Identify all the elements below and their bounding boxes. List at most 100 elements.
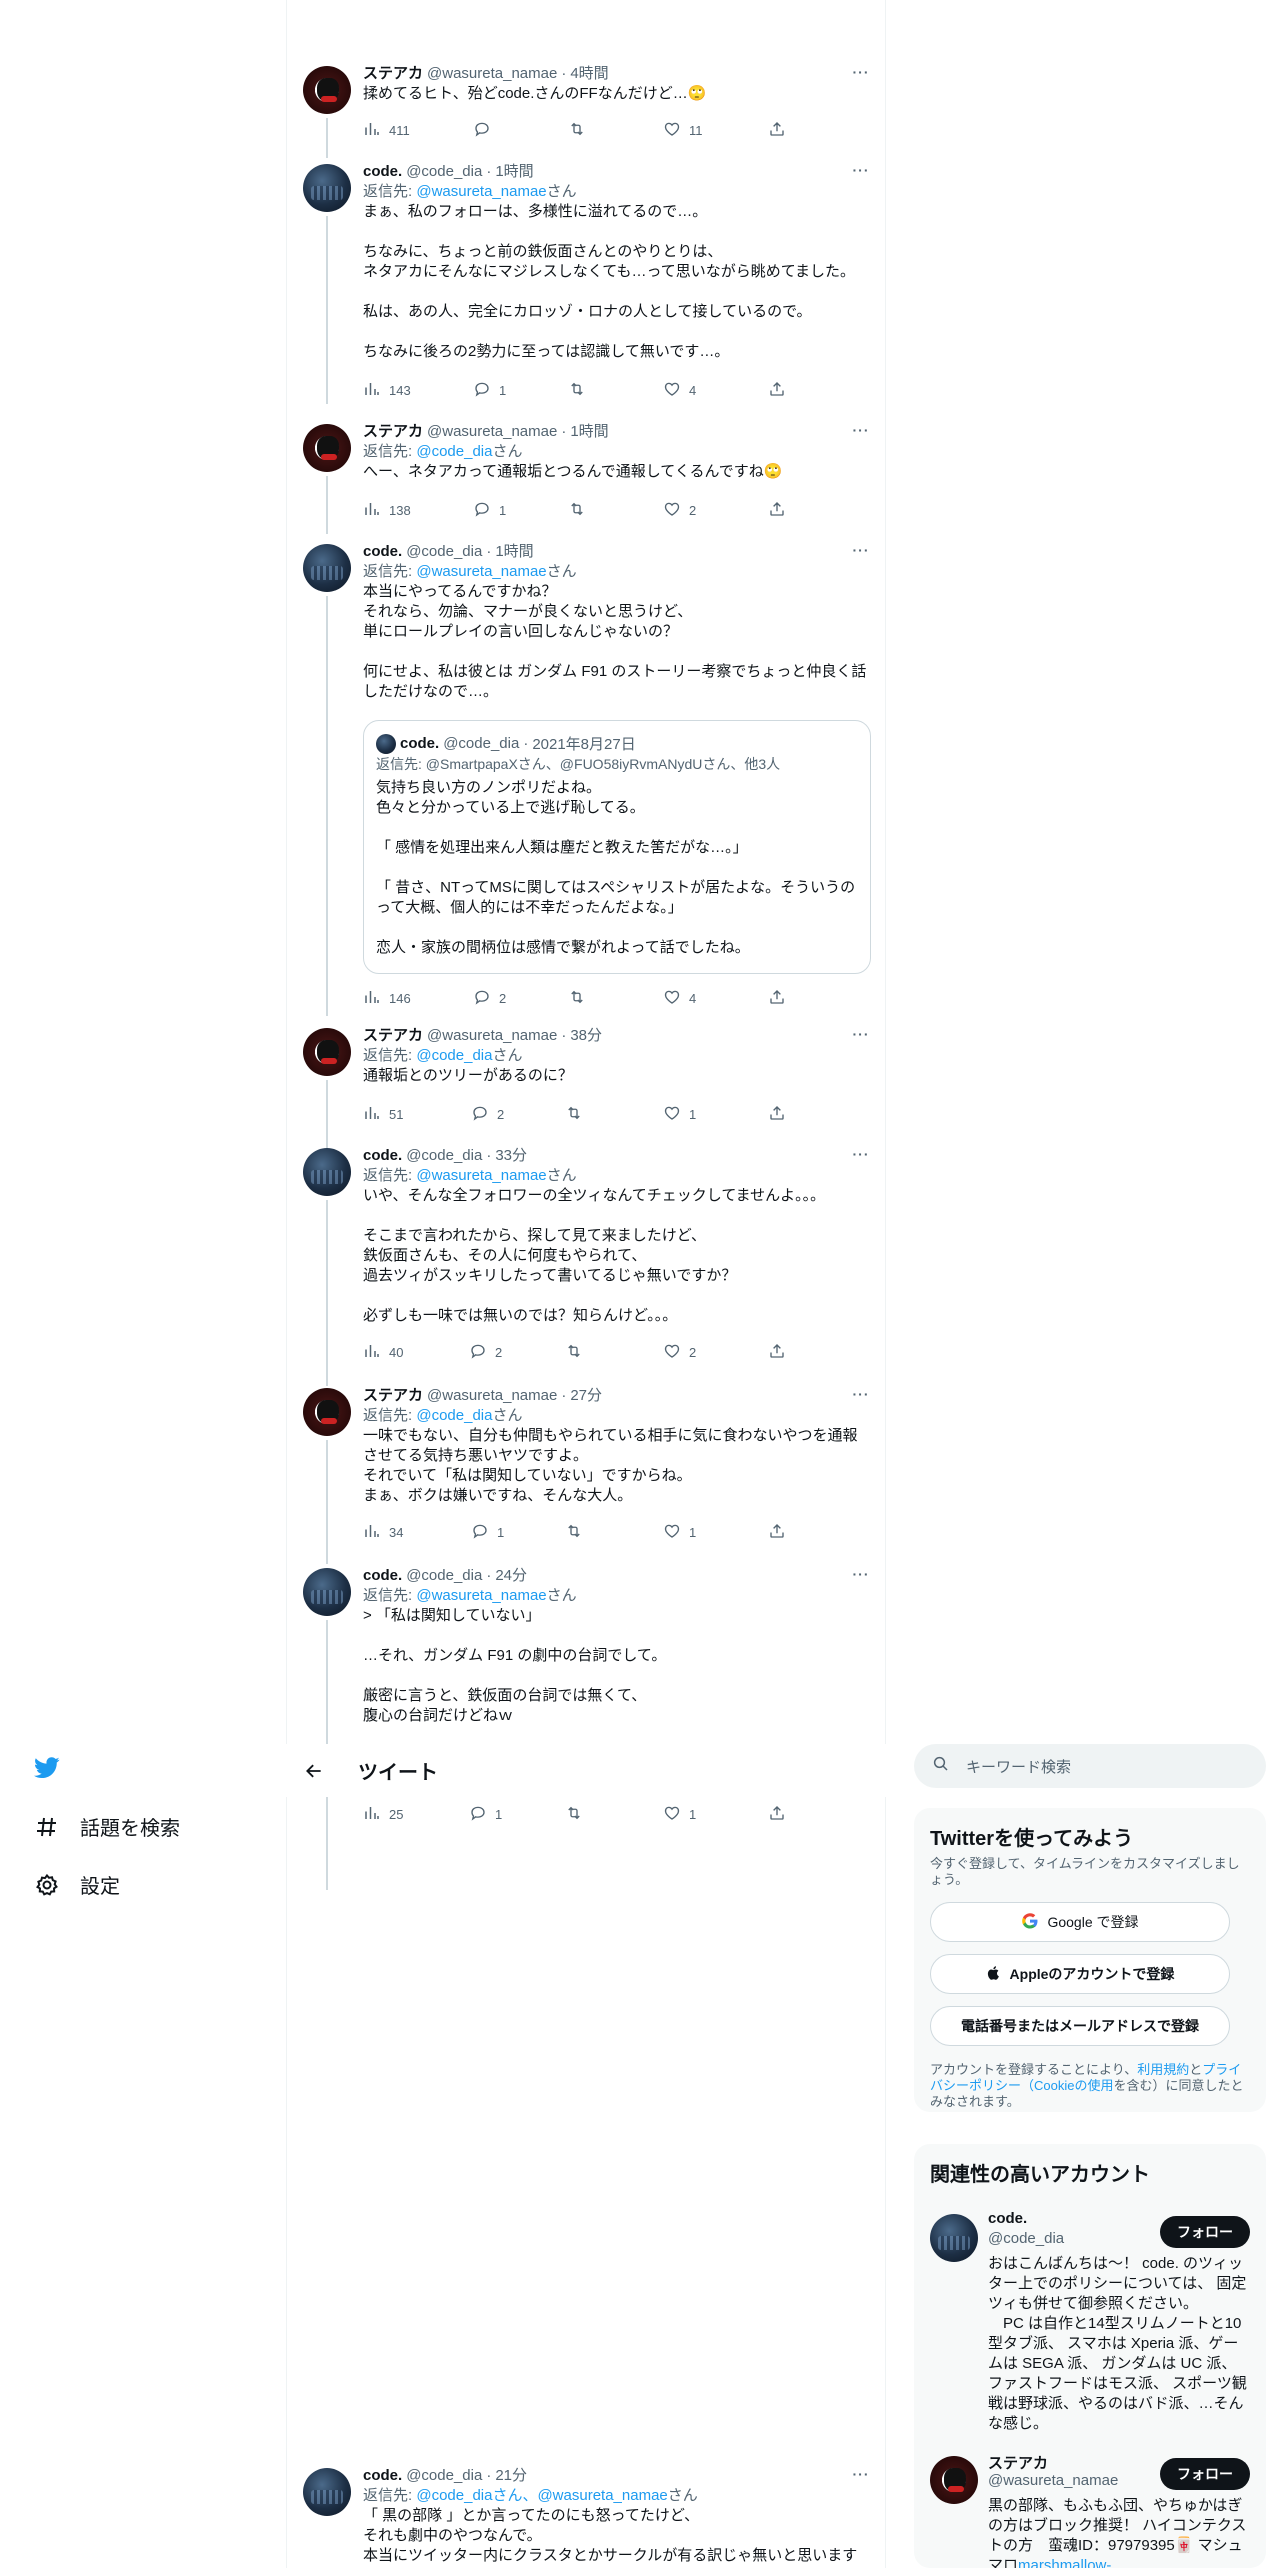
tweet[interactable]: ステアカ @wasureta_namae · 38分 ··· 返信先: @cod…: [287, 1022, 887, 1148]
author-handle[interactable]: @wasureta_namae: [427, 64, 557, 84]
nav-settings[interactable]: 設定: [34, 1870, 120, 1899]
reply-to-link[interactable]: @code_dia: [416, 1407, 492, 1424]
tweet[interactable]: code. @code_dia · 33分 ··· 返信先: @wasureta…: [287, 1142, 887, 1386]
like-button[interactable]: 1: [663, 1804, 696, 1825]
more-options-icon[interactable]: ···: [851, 1566, 871, 1586]
reply-to-link[interactable]: @wasureta_namae: [416, 563, 546, 580]
avatar[interactable]: [303, 424, 351, 472]
more-options-icon[interactable]: ···: [851, 162, 871, 182]
reply-button[interactable]: 1: [473, 500, 506, 521]
phone-email-signup-button[interactable]: 電話番号またはメールアドレスで登録: [930, 2006, 1230, 2046]
reply-to-link[interactable]: @wasureta_namae: [416, 1167, 546, 1184]
account-handle[interactable]: @code_dia: [988, 2230, 1064, 2247]
retweet-button[interactable]: [565, 1522, 591, 1543]
share-button[interactable]: [768, 500, 786, 521]
share-button[interactable]: [768, 1522, 786, 1543]
like-button[interactable]: 4: [663, 988, 696, 1009]
account-item[interactable]: code. @code_dia フォロー おはこんばんちは～！ code. のツ…: [914, 2202, 1266, 2442]
reply-button[interactable]: 1: [469, 1804, 502, 1825]
reply-button[interactable]: 1: [473, 380, 506, 401]
author-handle[interactable]: @code_dia: [406, 1566, 482, 1586]
reply-button[interactable]: 2: [473, 988, 506, 1009]
tweet[interactable]: ステアカ @wasureta_namae · 1時間 ··· 返信先: @cod…: [287, 418, 887, 534]
avatar[interactable]: [303, 66, 351, 114]
share-button[interactable]: [768, 1104, 786, 1125]
avatar[interactable]: [303, 1388, 351, 1436]
author-handle[interactable]: @code_dia: [406, 162, 482, 182]
author-name[interactable]: ステアカ: [363, 64, 423, 84]
views-button[interactable]: 411: [363, 120, 410, 141]
google-signup-button[interactable]: Google で登録: [930, 1902, 1230, 1942]
tweet[interactable]: code. @code_dia · 1時間 ··· 返信先: @wasureta…: [287, 538, 887, 1016]
retweet-button[interactable]: [568, 500, 594, 521]
reply-to-link[interactable]: @code_dia: [416, 1047, 492, 1064]
views-button[interactable]: 138: [363, 500, 411, 521]
share-button[interactable]: [768, 1342, 786, 1363]
author-name[interactable]: ステアカ: [363, 1026, 423, 1046]
timestamp[interactable]: 38分: [570, 1026, 602, 1046]
more-options-icon[interactable]: ···: [851, 1146, 871, 1166]
like-button[interactable]: 2: [663, 1342, 696, 1363]
account-name[interactable]: code.: [988, 2210, 1027, 2227]
reply-button[interactable]: 2: [469, 1342, 502, 1363]
reply-button[interactable]: [473, 120, 499, 141]
avatar[interactable]: [303, 1028, 351, 1076]
author-handle[interactable]: @wasureta_namae: [427, 1386, 557, 1406]
apple-signup-button[interactable]: Appleのアカウントで登録: [930, 1954, 1230, 1994]
author-name[interactable]: code.: [363, 162, 402, 182]
author-name[interactable]: code.: [363, 1146, 402, 1166]
avatar[interactable]: [303, 1568, 351, 1616]
avatar[interactable]: [930, 2456, 978, 2504]
back-arrow-icon[interactable]: [302, 1759, 326, 1783]
author-handle[interactable]: @code_dia: [406, 2466, 482, 2486]
account-name[interactable]: ステアカ: [988, 2452, 1048, 2473]
timestamp[interactable]: 33分: [495, 1146, 527, 1166]
views-button[interactable]: 34: [363, 1522, 403, 1543]
more-options-icon[interactable]: ···: [851, 2466, 871, 2486]
follow-button[interactable]: フォロー: [1160, 2216, 1250, 2248]
views-button[interactable]: 40: [363, 1342, 403, 1363]
like-button[interactable]: 1: [663, 1522, 696, 1543]
retweet-button[interactable]: [565, 1342, 591, 1363]
avatar[interactable]: [930, 2214, 978, 2262]
like-button[interactable]: 4: [663, 380, 696, 401]
like-button[interactable]: 11: [663, 120, 703, 141]
like-button[interactable]: 2: [663, 500, 696, 521]
reply-button[interactable]: 1: [471, 1522, 504, 1543]
author-handle[interactable]: @code_dia: [406, 1146, 482, 1166]
views-button[interactable]: 143: [363, 380, 411, 401]
account-item[interactable]: ステアカ @wasureta_namae フォロー 黒の部隊、もふもふ団、やちゅ…: [914, 2444, 1266, 2568]
share-button[interactable]: [768, 988, 786, 1009]
views-button[interactable]: 146: [363, 988, 411, 1009]
follow-button[interactable]: フォロー: [1160, 2458, 1250, 2490]
author-handle[interactable]: @code_dia: [406, 542, 482, 562]
timestamp[interactable]: 27分: [570, 1386, 602, 1406]
timestamp[interactable]: 1時間: [495, 162, 533, 182]
avatar[interactable]: [303, 164, 351, 212]
author-name[interactable]: code.: [363, 1566, 402, 1586]
more-options-icon[interactable]: ···: [851, 64, 871, 84]
more-options-icon[interactable]: ···: [851, 1026, 871, 1046]
avatar[interactable]: [303, 544, 351, 592]
avatar[interactable]: [303, 2468, 351, 2516]
retweet-button[interactable]: [568, 120, 594, 141]
share-button[interactable]: [768, 120, 786, 141]
more-options-icon[interactable]: ···: [851, 422, 871, 442]
more-options-icon[interactable]: ···: [851, 542, 871, 562]
timestamp[interactable]: 4時間: [570, 64, 608, 84]
quoted-tweet[interactable]: code. @code_dia · 2021年8月27日 返信先: @Smart…: [363, 720, 871, 974]
share-button[interactable]: [768, 1804, 786, 1825]
search-input[interactable]: キーワード検索: [966, 1756, 1071, 1777]
retweet-button[interactable]: [565, 1104, 591, 1125]
reply-to-link[interactable]: @wasureta_namae: [416, 183, 546, 200]
search-box[interactable]: キーワード検索: [914, 1744, 1266, 1788]
share-button[interactable]: [768, 380, 786, 401]
more-options-icon[interactable]: ···: [851, 1386, 871, 1406]
author-name[interactable]: ステアカ: [363, 1386, 423, 1406]
tweet[interactable]: ステアカ @wasureta_namae · 4時間 ··· 揉めてるヒト、殆ど…: [287, 60, 887, 158]
retweet-button[interactable]: [568, 988, 594, 1009]
author-handle[interactable]: @wasureta_namae: [427, 422, 557, 442]
views-button[interactable]: 25: [363, 1804, 403, 1825]
reply-to-link[interactable]: @code_dia: [416, 443, 492, 460]
author-handle[interactable]: @wasureta_namae: [427, 1026, 557, 1046]
